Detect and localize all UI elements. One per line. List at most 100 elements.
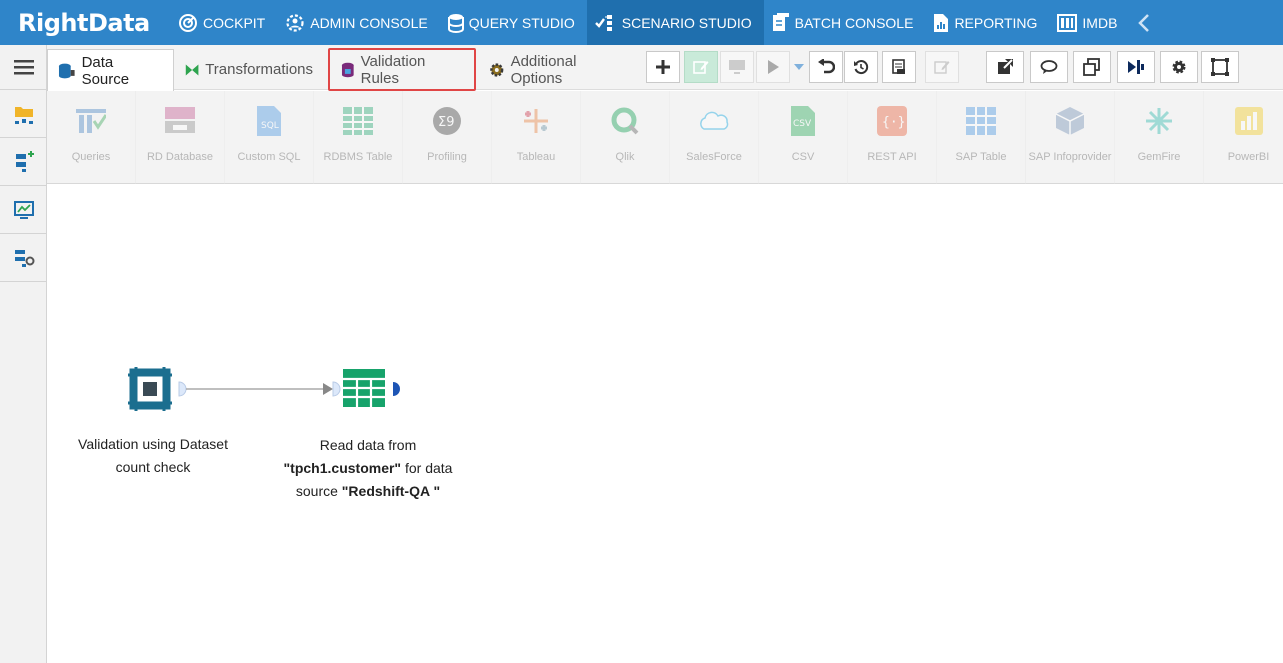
undo-button[interactable] bbox=[809, 51, 843, 83]
comment-icon bbox=[1040, 60, 1058, 74]
tab-validation-rules-label: Validation Rules bbox=[360, 52, 426, 87]
palette-powerbi[interactable]: PowerBI bbox=[1204, 91, 1283, 184]
tab-validation-rules[interactable]: Validation Rules bbox=[331, 49, 475, 90]
validation-node-out-port[interactable] bbox=[178, 381, 187, 397]
nav-admin-console[interactable]: ADMIN CONSOLE bbox=[277, 0, 439, 45]
profiling-icon: Σ9 bbox=[431, 105, 463, 137]
nav-cockpit[interactable]: COCKPIT bbox=[170, 0, 277, 45]
palette-rd-database[interactable]: RD Database bbox=[136, 91, 225, 184]
preview-button[interactable] bbox=[720, 51, 754, 83]
sap-infoprovider-icon bbox=[1054, 105, 1086, 137]
read-node-out-port[interactable] bbox=[393, 382, 400, 396]
lineage-button[interactable] bbox=[1117, 51, 1155, 83]
read-node-source: "Redshift-QA " bbox=[341, 483, 441, 499]
custom-sql-icon: SQL bbox=[253, 105, 285, 137]
run-options-dropdown[interactable] bbox=[791, 51, 807, 83]
rdbms-table-icon bbox=[342, 105, 374, 137]
open-scenario-button[interactable] bbox=[0, 90, 47, 138]
palette-csv[interactable]: CSV CSV bbox=[759, 91, 848, 184]
nav-admin-console-label: ADMIN CONSOLE bbox=[310, 14, 428, 31]
comments-button[interactable] bbox=[1030, 51, 1068, 83]
queries-icon bbox=[75, 105, 107, 137]
rest-api-icon: {·} bbox=[876, 105, 908, 137]
svg-text:CSV: CSV bbox=[793, 119, 812, 129]
external-link-icon bbox=[998, 59, 1013, 74]
nav-reporting[interactable]: REPORTING bbox=[925, 0, 1049, 45]
run-button[interactable] bbox=[756, 51, 790, 83]
play-icon bbox=[768, 60, 779, 74]
canvas-graph bbox=[128, 367, 400, 411]
tab-additional-options-label: Additional Options bbox=[510, 52, 577, 87]
document-export-icon bbox=[892, 59, 905, 74]
palette-tableau[interactable]: Tableau bbox=[492, 91, 581, 184]
fit-to-screen-button[interactable] bbox=[1201, 51, 1239, 83]
scenario-icon bbox=[594, 14, 612, 31]
report-icon bbox=[934, 13, 949, 32]
scenario-canvas[interactable]: Validation using Dataset count check Rea… bbox=[48, 185, 1283, 663]
svg-text:Σ9: Σ9 bbox=[438, 115, 455, 130]
folder-tree-icon bbox=[14, 106, 33, 124]
palette-qlik[interactable]: Qlik bbox=[581, 91, 670, 184]
palette-sap-table[interactable]: SAP Table bbox=[937, 91, 1026, 184]
palette-gemfire[interactable]: GemFire bbox=[1115, 91, 1204, 184]
edit-disabled-button[interactable] bbox=[925, 51, 959, 83]
settings-tree-button[interactable] bbox=[0, 234, 47, 282]
validation-db-icon bbox=[341, 62, 354, 77]
nav-batch-console[interactable]: BATCH CONSOLE bbox=[764, 0, 926, 45]
nav-collapse-button[interactable] bbox=[1129, 0, 1159, 45]
batch-icon bbox=[772, 12, 789, 31]
gemfire-icon bbox=[1143, 105, 1175, 137]
nav-query-studio[interactable]: QUERY STUDIO bbox=[440, 0, 587, 45]
tab-transformations[interactable]: Transformations bbox=[175, 49, 323, 90]
nav-scenario-studio-label: SCENARIO STUDIO bbox=[621, 14, 752, 31]
svg-text:{·}: {·} bbox=[882, 115, 905, 130]
gear-icon bbox=[490, 62, 504, 77]
tab-data-source[interactable]: Data Source bbox=[47, 49, 174, 91]
palette-queries[interactable]: Queries bbox=[47, 91, 136, 184]
hamburger-menu-button[interactable] bbox=[0, 45, 47, 90]
validation-node-icon[interactable] bbox=[128, 367, 172, 411]
edit-node-button[interactable] bbox=[684, 51, 718, 83]
duplicate-button[interactable] bbox=[1073, 51, 1111, 83]
export-button[interactable] bbox=[882, 51, 916, 83]
cockpit-icon bbox=[179, 13, 197, 32]
gear-icon bbox=[1172, 60, 1186, 74]
hamburger-icon bbox=[13, 60, 34, 75]
history-button[interactable] bbox=[844, 51, 878, 83]
nav-cockpit-label: COCKPIT bbox=[203, 14, 266, 31]
plus-icon bbox=[656, 60, 670, 74]
svg-text:SQL: SQL bbox=[261, 121, 279, 131]
nav-reporting-label: REPORTING bbox=[954, 14, 1038, 31]
app-logo[interactable]: RightData bbox=[0, 0, 170, 45]
powerbi-icon bbox=[1233, 105, 1265, 137]
copy-icon bbox=[1083, 58, 1100, 76]
palette-salesforce[interactable]: SalesForce bbox=[670, 91, 759, 184]
read-node-label: Read data from "tpch1.customer" for data… bbox=[280, 434, 456, 503]
read-node-in-port[interactable] bbox=[332, 381, 341, 397]
chart-monitor-icon bbox=[13, 200, 34, 219]
chevron-left-icon bbox=[1138, 13, 1150, 32]
nav-batch-console-label: BATCH CONSOLE bbox=[794, 14, 914, 31]
settings-button[interactable] bbox=[1160, 51, 1198, 83]
csv-icon: CSV bbox=[787, 105, 819, 137]
palette-profiling[interactable]: Σ9 Profiling bbox=[403, 91, 492, 184]
table-node-icon[interactable] bbox=[343, 369, 385, 407]
bowtie-icon bbox=[185, 63, 199, 76]
palette-rdbms-table[interactable]: RDBMS Table bbox=[314, 91, 403, 184]
nav-scenario-studio[interactable]: SCENARIO STUDIO bbox=[586, 0, 764, 45]
edge-arrowhead bbox=[323, 383, 333, 395]
add-node-button[interactable] bbox=[646, 51, 680, 83]
sap-table-icon bbox=[965, 105, 997, 137]
lineage-icon bbox=[1128, 60, 1144, 74]
add-scenario-button[interactable] bbox=[0, 138, 47, 186]
open-external-button[interactable] bbox=[986, 51, 1024, 83]
dashboard-button[interactable] bbox=[0, 186, 47, 234]
palette-rest-api[interactable]: {·} REST API bbox=[848, 91, 937, 184]
add-tree-icon bbox=[15, 150, 34, 172]
nav-imdb[interactable]: IMDB bbox=[1049, 0, 1129, 45]
tab-additional-options[interactable]: Additional Options bbox=[479, 49, 639, 90]
palette-sap-infoprovider[interactable]: SAP Infoprovider bbox=[1026, 91, 1115, 184]
imdb-icon bbox=[1057, 13, 1078, 32]
data-source-palette: Queries RD Database SQL Custom SQL RDBMS… bbox=[47, 91, 1283, 184]
palette-custom-sql[interactable]: SQL Custom SQL bbox=[225, 91, 314, 184]
